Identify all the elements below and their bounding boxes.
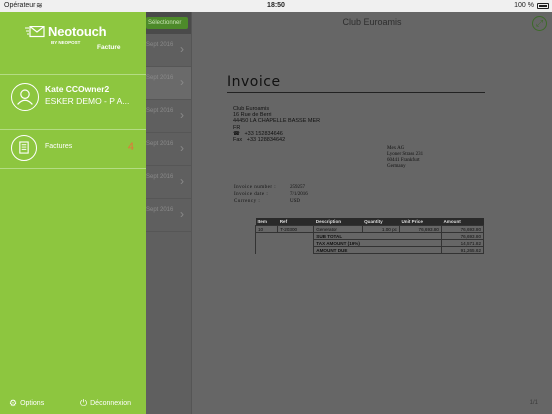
col-ref: Ref	[277, 218, 314, 226]
invoice-heading: Invoice	[227, 74, 281, 90]
heading-rule	[227, 92, 485, 93]
neotouch-logo: Neotouch BY NEOPOST Facture	[25, 24, 125, 52]
list-item-date: Sept 2016	[146, 174, 174, 180]
battery-icon	[537, 3, 549, 9]
list-item[interactable]: Sept 2016 ›	[146, 166, 191, 199]
user-profile[interactable]: Kate CCOwner2 ESKER DEMO - P A...	[0, 76, 146, 128]
cell-ref: T-20300	[277, 225, 315, 233]
invoice-date-label: Invoice date :	[234, 192, 269, 197]
cell-unit-price: 76,693.80	[398, 225, 442, 233]
col-unit-price: Unit Price	[399, 218, 442, 226]
blank-cell	[254, 232, 315, 240]
invoice-number-label: Invoice number :	[234, 185, 277, 190]
chevron-right-icon: ›	[180, 207, 184, 221]
brand-by: BY NEOPOST	[51, 40, 81, 45]
table-row: 10 T-20300 Generator 1.00 pc 76,693.80 7…	[254, 225, 485, 233]
page-indicator: 1/1	[529, 400, 538, 406]
list-item-date: Sept 2016	[146, 108, 174, 114]
status-bar: Opérateur ≋ 18:50 100 %	[0, 0, 552, 12]
phone-icon: ☎	[233, 130, 240, 137]
divider	[0, 168, 146, 169]
list-item[interactable]: Sept 2016 ›	[146, 199, 191, 232]
tax-label: TAX AMOUNT (19%)	[313, 239, 442, 247]
side-drawer: Neotouch BY NEOPOST Facture Kate CCOwner…	[0, 12, 146, 414]
document-viewer: Club Euroamis ⤢ Invoice Club Euroamis 16…	[192, 12, 552, 414]
col-quantity: Quantity	[362, 218, 400, 226]
divider	[0, 74, 146, 75]
blank-cell	[254, 246, 315, 254]
sender-phone: +33 152834646	[244, 130, 283, 137]
divider	[0, 129, 146, 130]
cell-item: 10	[254, 225, 279, 233]
col-item: Item	[255, 218, 278, 226]
currency-label: Currency :	[234, 199, 261, 204]
cell-quantity: 1.00 pc	[361, 225, 400, 233]
user-avatar-icon	[11, 83, 39, 111]
product-name: Facture	[97, 44, 121, 51]
list-item[interactable]: Sept 2016 ›	[146, 34, 191, 67]
recipient-address: Mex AG Lyoner Strass 231 60441 Frankfurt…	[387, 146, 423, 170]
recipient-country: Germany	[387, 164, 406, 169]
factures-count-badge: 4	[127, 141, 134, 153]
options-button[interactable]: ⚙ Options	[9, 398, 44, 409]
invoice-page: Invoice Club Euroamis 16 Rue de Berri 44…	[214, 74, 504, 324]
chevron-right-icon: ›	[180, 174, 184, 188]
sender-address: Club Euroamis 16 Rue de Berri 44450 LA C…	[233, 106, 320, 143]
power-icon: ⏻	[80, 398, 88, 408]
document-icon	[11, 135, 37, 161]
tax-value: 14,571.82	[440, 239, 485, 247]
select-button[interactable]: Sélectionner	[146, 17, 188, 29]
subtotal-value: 76,693.80	[440, 232, 485, 240]
list-header: Sélectionner	[146, 12, 191, 34]
expand-icon[interactable]: ⤢	[532, 16, 547, 31]
sender-fax: +33 128834642	[246, 137, 286, 144]
list-item[interactable]: Sept 2016 ›	[146, 133, 191, 166]
factures-label: Factures	[45, 143, 73, 150]
logout-button[interactable]: ⏻ Déconnexion	[80, 398, 131, 409]
list-item-date: Sept 2016	[146, 141, 174, 147]
invoice-meta: Invoice number : 259257 Invoice date : 7/1…	[234, 184, 308, 205]
blank-cell	[254, 239, 315, 247]
cell-amount: 76,693.80	[440, 225, 485, 233]
due-row: AMOUNT DUE 91,265.62	[254, 246, 485, 254]
drawer-footer: ⚙ Options ⏻ Déconnexion	[0, 394, 146, 414]
brand-name: Neotouch	[48, 24, 107, 39]
menu-item-factures[interactable]: Factures 4	[0, 131, 146, 165]
gear-icon: ⚙	[9, 398, 18, 408]
due-label: AMOUNT DUE	[313, 246, 442, 254]
invoice-list: Sélectionner Sept 2016 › Sept 2016 › Sept …	[146, 12, 192, 414]
subtotal-label: SUB TOTAL	[313, 232, 442, 240]
col-description: Description	[313, 218, 363, 226]
fax-label: Fax	[233, 137, 243, 144]
due-value: 91,265.62	[440, 246, 485, 254]
user-organization: ESKER DEMO - P A...	[45, 96, 130, 106]
chevron-right-icon: ›	[180, 75, 184, 89]
list-item[interactable]: Sept 2016 ›	[146, 67, 191, 100]
list-item-date: Sept 2016	[146, 42, 174, 48]
subtotal-row: SUB TOTAL 76,693.80	[254, 232, 485, 240]
battery-percent: 100 %	[514, 2, 534, 9]
options-label: Options	[20, 400, 45, 407]
mail-logo-icon	[25, 26, 45, 38]
clock: 18:50	[267, 2, 285, 9]
user-name: Kate CCOwner2	[45, 84, 110, 94]
list-item-date: Sept 2016	[146, 207, 174, 213]
logout-label: Déconnexion	[90, 400, 131, 407]
invoice-number: 259257	[290, 185, 305, 190]
document-title: Club Euroamis	[342, 17, 402, 27]
cell-description: Generator	[313, 225, 363, 233]
tax-row: TAX AMOUNT (19%) 14,571.82	[254, 239, 485, 247]
items-table: Item Ref Description Quantity Unit Price…	[254, 218, 485, 254]
list-item[interactable]: Sept 2016 ›	[146, 100, 191, 133]
chevron-right-icon: ›	[180, 108, 184, 122]
invoice-date: 7/1/2016	[290, 192, 308, 197]
chevron-right-icon: ›	[180, 141, 184, 155]
list-item-date: Sept 2016	[146, 75, 174, 81]
chevron-right-icon: ›	[180, 42, 184, 56]
currency: USD	[290, 199, 301, 204]
sender-city: 44450 LA CHAPELLE BASSE MER	[233, 118, 321, 125]
col-amount: Amount	[441, 218, 484, 226]
table-header: Item Ref Description Quantity Unit Price…	[255, 218, 484, 226]
